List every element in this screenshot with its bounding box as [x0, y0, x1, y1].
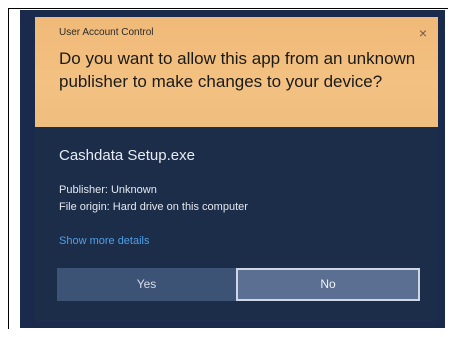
app-name: Cashdata Setup.exe — [59, 147, 195, 164]
dialog-header: User Account Control × Do you want to al… — [35, 17, 438, 127]
file-origin-info: File origin: Hard drive on this computer — [59, 201, 248, 213]
yes-button[interactable]: Yes — [57, 268, 236, 301]
close-icon[interactable]: × — [415, 25, 431, 41]
permission-question: Do you want to allow this app from an un… — [59, 49, 416, 91]
show-more-details-link[interactable]: Show more details — [59, 235, 150, 247]
no-button[interactable]: No — [236, 268, 420, 301]
publisher-info: Publisher: Unknown — [59, 184, 157, 196]
uac-dialog: User Account Control × Do you want to al… — [35, 17, 438, 322]
dialog-title: User Account Control — [59, 27, 154, 38]
